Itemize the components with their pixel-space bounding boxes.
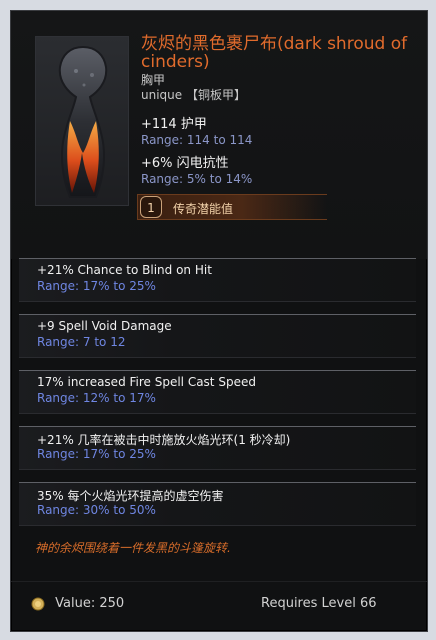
affix-text: 35% 每个火焰光环提高的虚空伤害 xyxy=(37,489,224,503)
affix-list: +21% Chance to Blind on Hit Range: 17% t… xyxy=(19,258,416,538)
lore-text: 神的余烬围绕着一件发黑的斗篷旋转. xyxy=(35,541,231,555)
affix-text: +21% 几率在被击中时施放火焰光环(1 秒冷却) xyxy=(37,433,291,447)
affix-text: +9 Spell Void Damage xyxy=(37,319,172,333)
dark-robe-icon xyxy=(58,45,108,198)
item-portrait xyxy=(35,36,129,206)
base-stat-armor: +114 护甲 xyxy=(141,117,207,132)
affix-row: +9 Spell Void Damage Range: 7 to 12 xyxy=(19,314,416,358)
item-value: Value: 250 xyxy=(31,596,124,611)
legendary-potential-label: 传奇潜能值 xyxy=(173,202,234,216)
base-stat-armor-range: Range: 114 to 114 xyxy=(141,133,253,147)
base-stat-lightning-res-range: Range: 5% to 14% xyxy=(141,172,253,186)
item-title: 灰烬的黑色裹尸布(dark shroud of cinders) xyxy=(141,34,408,72)
item-value-label: Value: 250 xyxy=(55,596,125,611)
coin-icon xyxy=(31,597,45,610)
affix-row: +21% 几率在被击中时施放火焰光环(1 秒冷却) Range: 17% to … xyxy=(19,426,416,470)
affix-row: +21% Chance to Blind on Hit Range: 17% t… xyxy=(19,258,416,302)
affix-row: 17% increased Fire Spell Cast Speed Rang… xyxy=(19,370,416,414)
legendary-potential: 1 传奇潜能值 xyxy=(137,194,327,220)
affix-text: +21% Chance to Blind on Hit xyxy=(37,263,212,277)
affix-range: Range: 12% to 17% xyxy=(37,391,156,405)
footer-divider xyxy=(11,581,427,582)
item-rarity: unique 【铜板甲】 xyxy=(141,88,246,102)
requires-level: Requires Level 66 xyxy=(261,596,377,611)
affix-range: Range: 17% to 25% xyxy=(37,447,156,461)
affix-row: 35% 每个火焰光环提高的虚空伤害 Range: 30% to 50% xyxy=(19,482,416,526)
legendary-potential-count: 1 xyxy=(140,196,162,218)
affix-range: Range: 17% to 25% xyxy=(37,279,156,293)
affix-range: Range: 30% to 50% xyxy=(37,503,156,517)
base-stat-lightning-res: +6% 闪电抗性 xyxy=(141,156,229,171)
affix-text: 17% increased Fire Spell Cast Speed xyxy=(37,375,256,389)
item-header: 灰烬的黑色裹尸布(dark shroud of cinders) 胸甲 uniq… xyxy=(11,11,427,259)
affix-range: Range: 7 to 12 xyxy=(37,335,126,349)
item-tooltip: 灰烬的黑色裹尸布(dark shroud of cinders) 胸甲 uniq… xyxy=(10,10,428,632)
